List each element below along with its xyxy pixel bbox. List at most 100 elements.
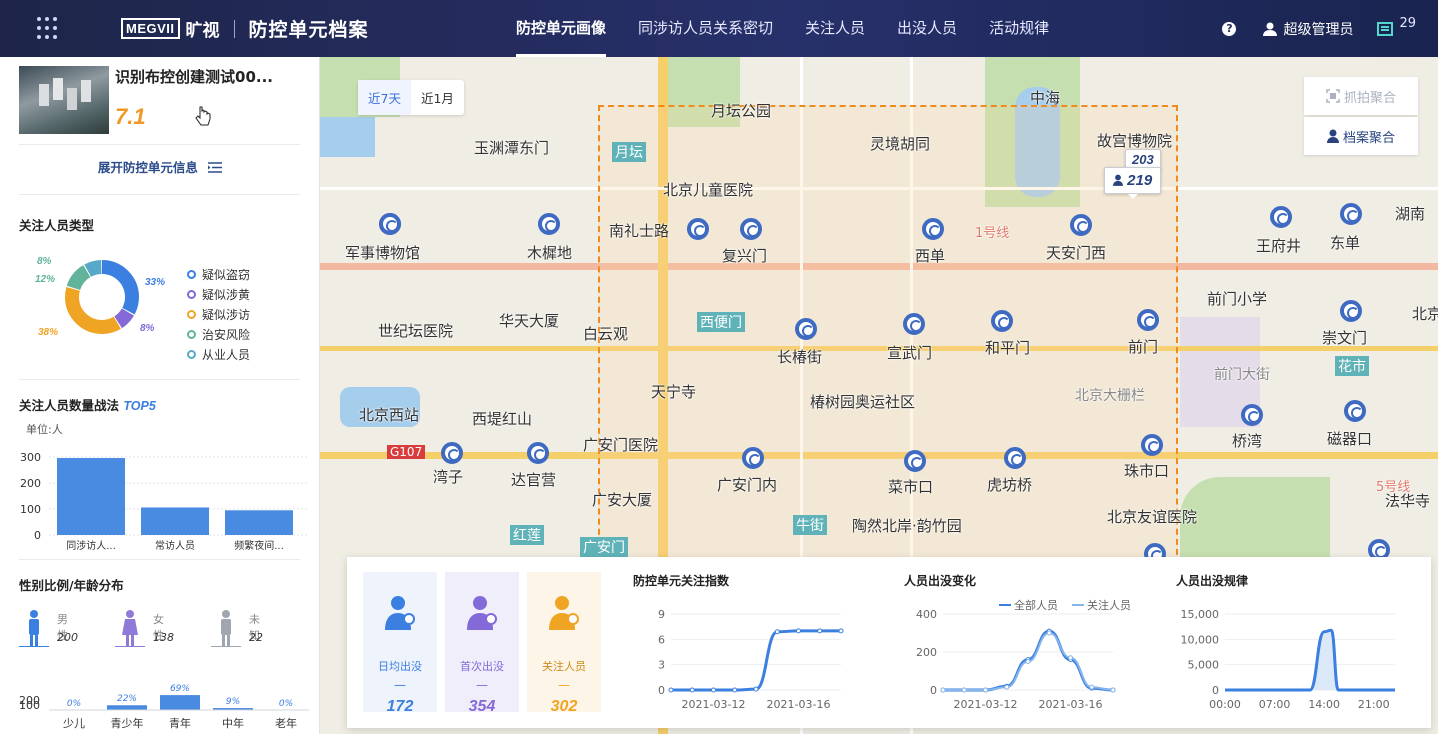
kpi-label: 关注人员 [542, 660, 586, 673]
male-figure-icon [19, 610, 49, 647]
x-tick-label: 2021-03-12 [682, 698, 746, 711]
brand-divider [233, 19, 235, 38]
data-label: 0% [67, 699, 81, 709]
metro-station-icon[interactable] [742, 447, 764, 469]
metro-station-icon[interactable] [903, 313, 925, 335]
x-tick-label: 常访人员 [155, 539, 195, 550]
metrics-panel: 日均出没 — 172 首次出没 — 354 关注人员 — 302 防控单元关注指… [347, 557, 1431, 728]
map-place-label: 湖南 [1395, 205, 1426, 223]
metro-station-icon[interactable] [795, 318, 817, 340]
tab-appear-persons[interactable]: 出没人员 [881, 0, 973, 57]
y-tick-label: 200 [916, 646, 937, 659]
metro-station-icon[interactable] [379, 213, 401, 235]
x-tick-label: 老年 [275, 716, 297, 730]
map-place-label: 长椿街 [777, 348, 823, 366]
kpi-label: 日均出没 [378, 660, 422, 673]
metro-station-icon[interactable] [1137, 309, 1159, 331]
data-point [1110, 687, 1116, 693]
metro-station-icon[interactable] [740, 218, 762, 240]
metro-station-icon[interactable] [1344, 400, 1366, 422]
data-point [796, 628, 801, 634]
legend-label: 疑似盗窃 [202, 267, 251, 282]
map-marker-front[interactable]: 219 [1104, 167, 1162, 199]
range-1m[interactable]: 近1月 [411, 80, 464, 115]
tab-focus-persons[interactable]: 关注人员 [789, 0, 881, 57]
metro-station-icon[interactable] [1270, 206, 1292, 228]
pattern-area-chart: 0 5,000 10,000 15,000 00:00 07:00 14:00 21:00 [1181, 608, 1395, 711]
pattern-chart-title: 人员出没规律 [1176, 574, 1249, 588]
map-place-label: 珠市口 [1124, 462, 1170, 480]
metro-station-icon[interactable] [538, 213, 560, 235]
x-tick-label: 2021-03-16 [767, 698, 831, 711]
map-place-label: 前门小学 [1207, 290, 1268, 308]
kpi-dash: — [394, 678, 406, 692]
expand-unit-info-button[interactable]: 展开防控单元信息 [0, 157, 320, 176]
legend-dot [187, 309, 196, 319]
snap-aggregate-button[interactable]: 抓拍聚合 [1304, 77, 1418, 115]
data-point [961, 687, 967, 693]
top5-bar-chart: 0 100 200 300 同涉访人... 常访人员 频繁夜间... [20, 451, 309, 550]
map-place-label: 陶然北岸·韵竹园 [852, 517, 962, 535]
metro-station-icon[interactable] [1141, 434, 1163, 456]
map-place-label: 军事博物馆 [345, 244, 421, 262]
file-aggregate-label: 档案聚合 [1342, 130, 1395, 146]
top5-tag: TOP5 [123, 399, 156, 413]
map-place-label: 灵境胡同 [870, 135, 931, 153]
file-aggregate-button[interactable]: 档案聚合 [1304, 117, 1418, 155]
user-menu[interactable]: 超级管理员 [1262, 19, 1353, 39]
help-icon[interactable]: ? [1222, 21, 1237, 36]
map-place-label: 北京儿童医院 [663, 181, 754, 199]
unit-thumbnail[interactable] [19, 66, 109, 134]
map-place-label: 前门 [1128, 338, 1159, 356]
legend-dot [187, 349, 196, 359]
metro-station-icon[interactable] [1070, 214, 1092, 236]
map-place-label: 天宁寺 [651, 383, 697, 401]
map-place-label: 桥湾 [1232, 432, 1263, 450]
time-range-tabs: 近7天 近1月 [358, 80, 464, 115]
metro-station-icon[interactable] [527, 442, 549, 464]
map-place-label: 和平门 [985, 339, 1031, 357]
metro-station-icon[interactable] [922, 218, 944, 240]
map-place-label: 东单 [1330, 234, 1361, 252]
app-grid-icon[interactable] [37, 16, 61, 41]
kpi-value: 354 [468, 698, 496, 715]
metro-station-icon[interactable] [1004, 447, 1026, 469]
metro-station-icon[interactable] [1340, 300, 1362, 322]
tab-activity-pattern[interactable]: 活动规律 [973, 0, 1065, 57]
map-place-label: 玉渊潭东门 [474, 139, 550, 157]
data-point [838, 628, 844, 634]
marker-count: 203 [1132, 152, 1154, 167]
range-7d[interactable]: 近7天 [358, 80, 411, 115]
map-place-label: 故宫博物院 [1097, 132, 1173, 150]
metro-station-icon[interactable] [687, 218, 709, 240]
y-tick-label: 0 [930, 684, 937, 697]
map-place-label: 花市 [1335, 356, 1369, 376]
map-place-label: 广安门医院 [583, 436, 659, 454]
bar [225, 510, 293, 535]
person-icon [549, 596, 579, 630]
divider [19, 194, 300, 195]
kpi-dash: — [476, 678, 488, 692]
metro-station-icon[interactable] [991, 310, 1013, 332]
y-tick-label: 0 [658, 684, 665, 697]
y-tick-label: 6 [658, 633, 665, 646]
y-tick-label: 5,000 [1188, 659, 1220, 672]
map-place-label: 宣武门 [887, 344, 933, 362]
metro-station-icon[interactable] [1340, 203, 1362, 225]
data-point [689, 687, 695, 693]
data-point [1089, 684, 1095, 690]
map-place-label: 1号线 [975, 226, 1010, 241]
tab-unit-portrait[interactable]: 防控单元画像 [500, 0, 622, 57]
divider [19, 379, 300, 380]
tab-close-relations[interactable]: 同涉访人员关系密切 [622, 0, 789, 57]
metro-station-icon[interactable] [904, 450, 926, 472]
marker-count: 219 [1127, 172, 1153, 189]
pct-label: 12% [35, 274, 56, 285]
data-point [711, 687, 716, 693]
message-center[interactable]: 29 [1377, 16, 1416, 37]
metro-station-icon[interactable] [1241, 404, 1263, 426]
legend-label: 疑似涉访 [202, 307, 251, 322]
map-place-label: 木樨地 [527, 244, 573, 262]
metro-station-icon[interactable] [441, 442, 463, 464]
bar [160, 695, 200, 710]
